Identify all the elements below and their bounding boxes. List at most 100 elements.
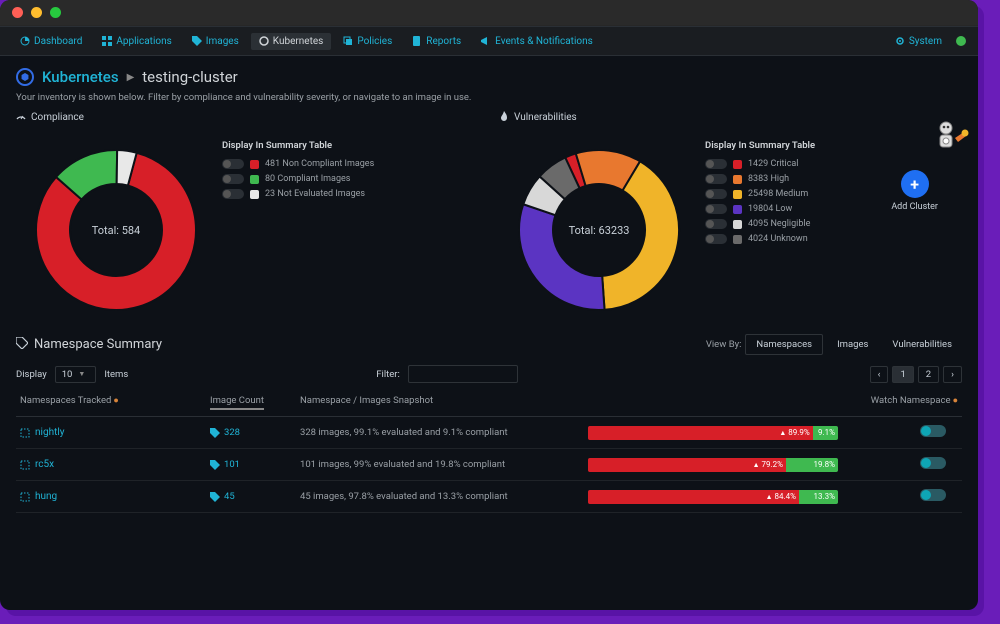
status-indicator-icon bbox=[956, 36, 966, 46]
gear-icon bbox=[895, 36, 905, 46]
compliance-bar: ▲79.2% 19.8% bbox=[588, 458, 838, 472]
legend-toggle[interactable] bbox=[705, 219, 727, 229]
legend-swatch-icon bbox=[733, 175, 742, 184]
col-snapshot[interactable]: Namespace / Images Snapshot bbox=[300, 395, 433, 406]
top-nav: Dashboard Applications Images Kubernetes… bbox=[0, 26, 978, 56]
mascot-icon bbox=[928, 120, 972, 168]
help-icon[interactable]: ● bbox=[953, 396, 958, 406]
nav-images[interactable]: Images bbox=[184, 33, 247, 50]
legend-label: 80 Compliant Images bbox=[265, 174, 350, 184]
add-cluster-label: Add Cluster bbox=[891, 202, 938, 212]
gauge-icon bbox=[16, 111, 26, 124]
page-2[interactable]: 2 bbox=[918, 366, 939, 383]
legend-item[interactable]: 1429 Critical bbox=[705, 159, 962, 169]
nav-system[interactable]: System bbox=[887, 33, 950, 50]
vulnerabilities-donut-chart[interactable]: Total: 63233 bbox=[499, 130, 699, 330]
legend-item[interactable]: 4095 Negligible bbox=[705, 219, 962, 229]
view-by-vulnerabilities[interactable]: Vulnerabilities bbox=[882, 335, 962, 354]
legend-toggle[interactable] bbox=[705, 204, 727, 214]
legend-swatch-icon bbox=[250, 160, 259, 169]
compliance-legend: Display In Summary Table 481 Non Complia… bbox=[216, 130, 479, 330]
nav-label: Images bbox=[206, 36, 239, 47]
nav-label: Reports bbox=[426, 36, 461, 47]
panel-title-label: Vulnerabilities bbox=[514, 112, 577, 123]
legend-item[interactable]: 481 Non Compliant Images bbox=[222, 159, 479, 169]
compliance-panel: Compliance Total: 584 Display In Summary… bbox=[16, 111, 479, 330]
nav-events[interactable]: Events & Notifications bbox=[473, 33, 601, 50]
add-cluster-button[interactable]: + bbox=[901, 170, 929, 198]
breadcrumb-root[interactable]: Kubernetes bbox=[42, 68, 119, 86]
legend-label: 4095 Negligible bbox=[748, 219, 810, 229]
legend-label: 4024 Unknown bbox=[748, 234, 808, 244]
image-count-badge: 328 bbox=[210, 427, 300, 438]
table-header: Namespaces Tracked● Image Count Namespac… bbox=[16, 389, 962, 417]
col-image-count[interactable]: Image Count bbox=[210, 395, 264, 410]
nav-label: Dashboard bbox=[34, 36, 82, 47]
nav-label: Kubernetes bbox=[273, 36, 324, 47]
page-subtitle: Your inventory is shown below. Filter by… bbox=[16, 92, 962, 103]
filter-input[interactable] bbox=[408, 365, 518, 383]
image-count-badge: 45 bbox=[210, 491, 300, 502]
page-size-select[interactable]: 10 ▼ bbox=[55, 366, 97, 383]
snapshot-text: 328 images, 99.1% evaluated and 9.1% com… bbox=[300, 427, 508, 438]
compliance-donut-chart[interactable]: Total: 584 bbox=[16, 130, 216, 330]
nav-label: Applications bbox=[116, 36, 171, 47]
legend-label: 25498 Medium bbox=[748, 189, 808, 199]
legend-item[interactable]: 4024 Unknown bbox=[705, 234, 962, 244]
namespace-link[interactable]: nightly bbox=[20, 427, 210, 438]
page-prev[interactable]: ‹ bbox=[870, 366, 889, 383]
col-namespaces[interactable]: Namespaces Tracked bbox=[20, 395, 111, 406]
legend-item[interactable]: 80 Compliant Images bbox=[222, 174, 479, 184]
nav-kubernetes[interactable]: Kubernetes bbox=[251, 33, 332, 50]
kubernetes-icon bbox=[16, 68, 34, 86]
watch-toggle[interactable] bbox=[920, 425, 946, 437]
grid-icon bbox=[102, 36, 112, 46]
help-icon[interactable]: ● bbox=[113, 396, 118, 406]
section-title: Namespace Summary bbox=[34, 337, 162, 352]
maximize-icon[interactable] bbox=[50, 7, 61, 18]
legend-toggle[interactable] bbox=[222, 159, 244, 169]
nav-reports[interactable]: Reports bbox=[404, 33, 469, 50]
view-by-images[interactable]: Images bbox=[827, 335, 878, 354]
legend-swatch-icon bbox=[733, 160, 742, 169]
watch-toggle[interactable] bbox=[920, 489, 946, 501]
view-by-namespaces[interactable]: Namespaces bbox=[745, 334, 823, 355]
namespace-link[interactable]: hung bbox=[20, 491, 210, 502]
watch-toggle[interactable] bbox=[920, 457, 946, 469]
table-row: nightly 328 328 images, 99.1% evaluated … bbox=[16, 417, 962, 449]
nav-dashboard[interactable]: Dashboard bbox=[12, 33, 90, 50]
legend-swatch-icon bbox=[733, 190, 742, 199]
legend-label: 19804 Low bbox=[748, 204, 792, 214]
image-count-badge: 101 bbox=[210, 459, 300, 470]
legend-swatch-icon bbox=[733, 205, 742, 214]
chevron-right-icon: ▶ bbox=[127, 72, 135, 83]
nav-label: System bbox=[909, 36, 942, 47]
legend-label: 481 Non Compliant Images bbox=[265, 159, 374, 169]
warning-icon: ▲ bbox=[779, 429, 786, 437]
legend-toggle[interactable] bbox=[705, 174, 727, 184]
page-1[interactable]: 1 bbox=[892, 366, 913, 383]
legend-toggle[interactable] bbox=[222, 189, 244, 199]
minimize-icon[interactable] bbox=[31, 7, 42, 18]
namespace-summary-section: Namespace Summary View By: Namespaces Im… bbox=[16, 334, 962, 513]
legend-item[interactable]: 23 Not Evaluated Images bbox=[222, 189, 479, 199]
snapshot-text: 45 images, 97.8% evaluated and 13.3% com… bbox=[300, 491, 508, 502]
tag-icon bbox=[16, 337, 28, 353]
compliance-bar: ▲84.4% 13.3% bbox=[588, 490, 838, 504]
dashboard-icon bbox=[20, 36, 30, 46]
vulnerabilities-legend: Display In Summary Table 1429 Critical83… bbox=[699, 130, 962, 330]
legend-toggle[interactable] bbox=[705, 234, 727, 244]
page-next[interactable]: › bbox=[943, 366, 962, 383]
table-row: rc5x 101 101 images, 99% evaluated and 1… bbox=[16, 449, 962, 481]
nav-applications[interactable]: Applications bbox=[94, 33, 179, 50]
legend-swatch-icon bbox=[733, 235, 742, 244]
legend-toggle[interactable] bbox=[705, 159, 727, 169]
legend-toggle[interactable] bbox=[222, 174, 244, 184]
close-icon[interactable] bbox=[12, 7, 23, 18]
legend-toggle[interactable] bbox=[705, 189, 727, 199]
breadcrumb-current: testing-cluster bbox=[142, 68, 237, 86]
col-watch[interactable]: Watch Namespace bbox=[871, 395, 951, 406]
kubernetes-icon bbox=[259, 36, 269, 46]
namespace-link[interactable]: rc5x bbox=[20, 459, 210, 470]
nav-policies[interactable]: Policies bbox=[335, 33, 400, 50]
